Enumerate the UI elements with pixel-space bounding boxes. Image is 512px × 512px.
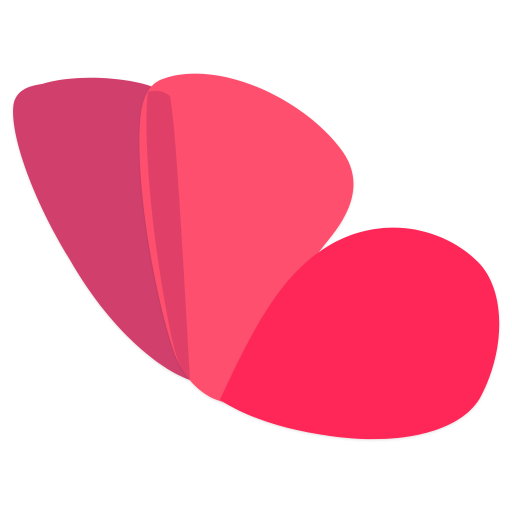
petal-logo-icon [13,73,500,440]
app-icon-canvas [0,0,512,512]
